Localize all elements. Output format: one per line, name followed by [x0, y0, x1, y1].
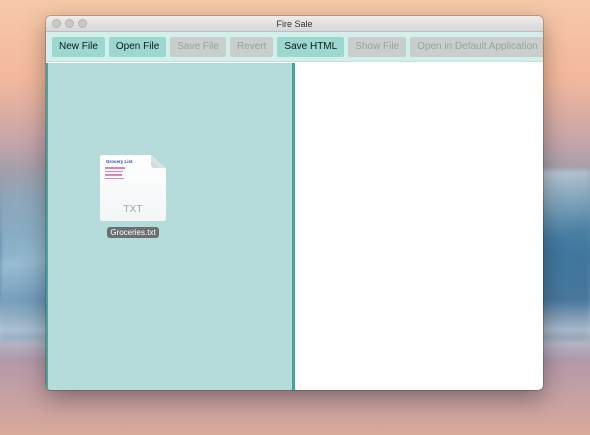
- minimize-window-button[interactable]: [65, 19, 74, 28]
- window-controls: [52, 19, 87, 28]
- show-file-button[interactable]: Show File: [348, 36, 407, 57]
- new-file-button[interactable]: New File: [52, 36, 105, 57]
- window-title: Fire Sale: [276, 18, 313, 29]
- close-window-button[interactable]: [52, 19, 61, 28]
- title-bar[interactable]: Fire Sale: [46, 16, 543, 32]
- file-extension-label: TXT: [123, 204, 143, 215]
- file-preview-title: Grocery List: [106, 159, 133, 164]
- zoom-window-button[interactable]: [78, 19, 87, 28]
- file-name-label: Groceries.txt: [107, 227, 159, 238]
- markdown-editor[interactable]: Grocery List TXT Groceries.txt: [46, 63, 295, 390]
- app-window: Fire Sale New File Open File Save File R…: [46, 16, 543, 390]
- file-preview-lines: [105, 167, 125, 179]
- revert-button[interactable]: Revert: [229, 36, 274, 57]
- save-html-button[interactable]: Save HTML: [277, 36, 345, 57]
- open-in-default-application-button[interactable]: Open in Default Application: [410, 36, 543, 57]
- dragged-file[interactable]: Grocery List TXT Groceries.txt: [98, 155, 168, 238]
- editor-panes: Grocery List TXT Groceries.txt: [46, 63, 543, 390]
- page-fold-corner: [151, 155, 166, 168]
- toolbar: New File Open File Save File Revert Save…: [46, 32, 543, 62]
- open-file-button[interactable]: Open File: [108, 36, 167, 57]
- save-file-button[interactable]: Save File: [170, 36, 226, 57]
- html-preview-pane: [295, 63, 543, 390]
- text-document-icon[interactable]: Grocery List TXT: [100, 155, 166, 221]
